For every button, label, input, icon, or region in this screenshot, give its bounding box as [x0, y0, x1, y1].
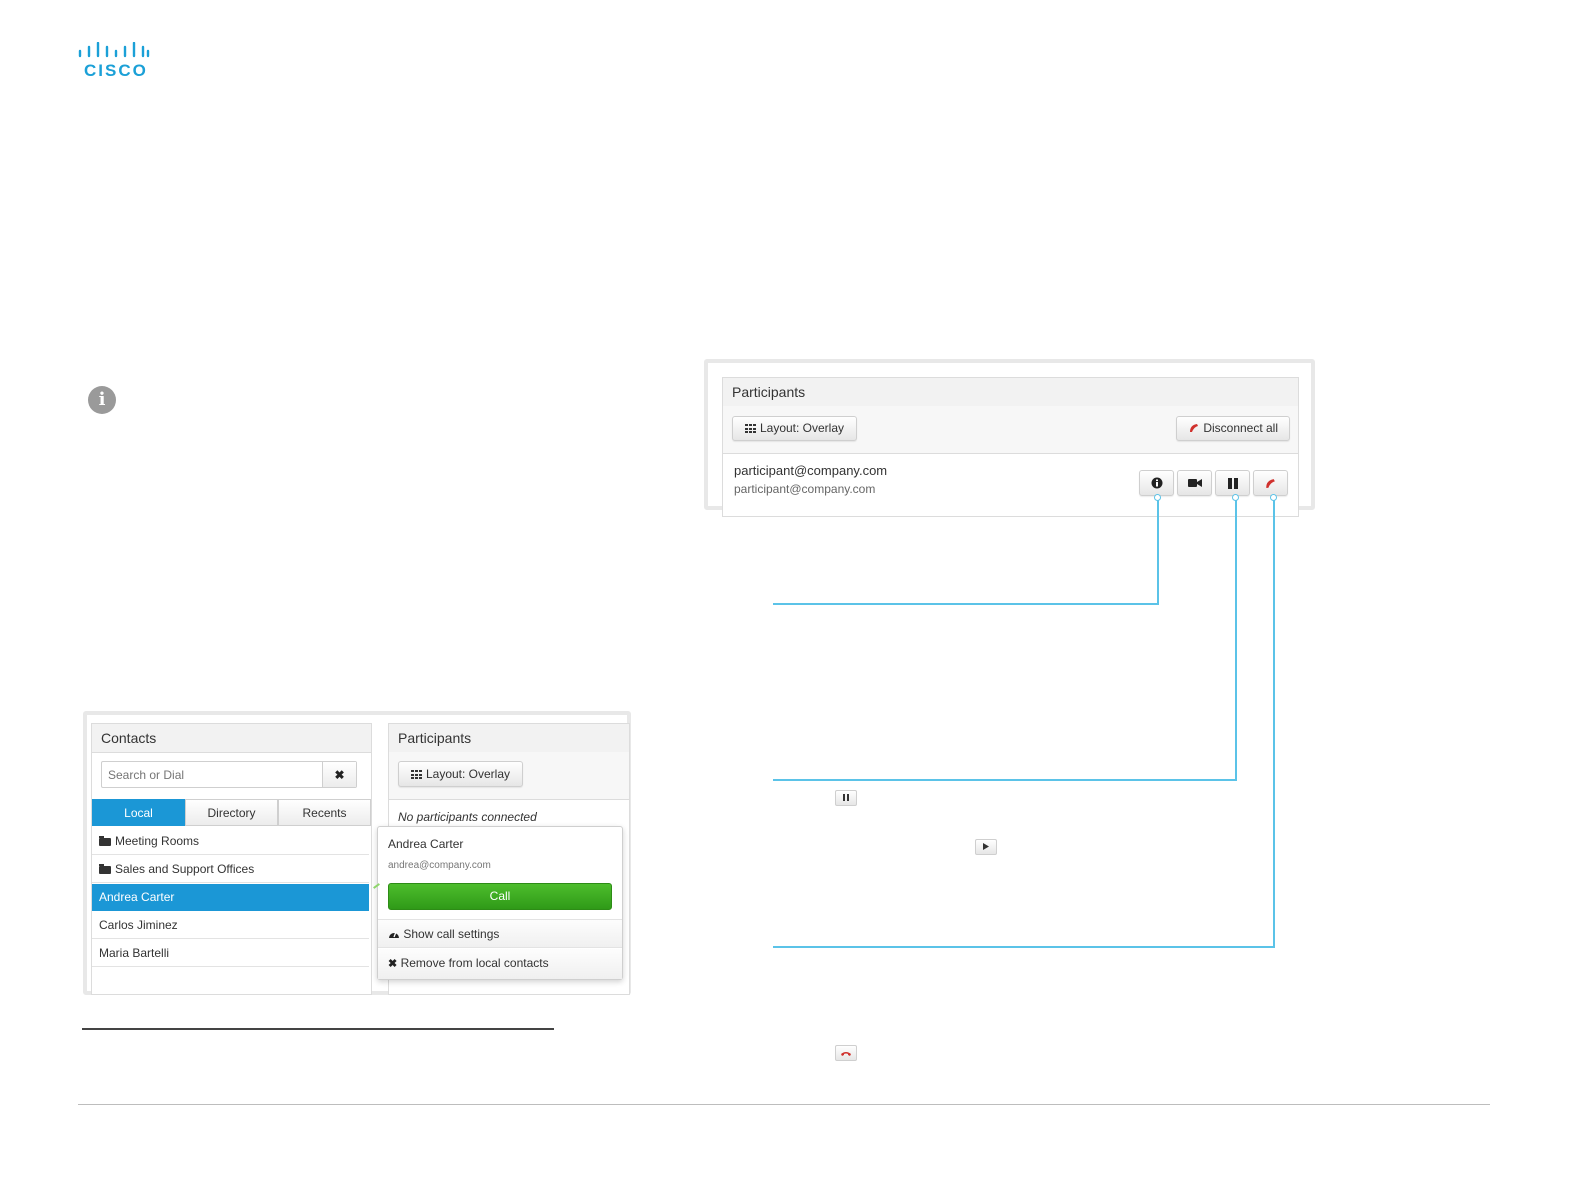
show-call-settings-item[interactable]: Show call settings — [378, 919, 622, 948]
participant-hold-button[interactable] — [1215, 470, 1250, 496]
callout-line-hold-vertical — [1235, 500, 1237, 781]
callout-line-info-horizontal — [773, 603, 1159, 605]
list-item-label: Andrea Carter — [99, 890, 175, 904]
list-item-label: Sales and Support Offices — [115, 862, 255, 876]
list-item-andrea-carter[interactable]: Andrea Carter — [92, 884, 369, 911]
folder-open-icon — [99, 836, 111, 846]
contacts-title: Contacts — [92, 724, 371, 753]
panel-title: Participants — [723, 378, 1298, 407]
contacts-screenshot: Contacts ✖ Local Directory Recents Meeti… — [83, 711, 631, 995]
call-button[interactable]: Call — [388, 883, 612, 910]
call-button-label: Call — [489, 889, 511, 903]
close-icon: ✖ — [334, 768, 345, 782]
hang-up-icon — [841, 1052, 851, 1056]
pause-icon — [843, 794, 849, 801]
disconnect-all-button[interactable]: Disconnect all — [1176, 416, 1290, 441]
participant-address: participant@company.com — [734, 482, 876, 496]
participants-title: Participants — [389, 724, 629, 753]
callout-dot-hold — [1232, 494, 1239, 501]
participant-name: participant@company.com — [734, 463, 888, 478]
list-item-label: Meeting Rooms — [115, 834, 200, 848]
caption-divider — [82, 1028, 554, 1030]
remove-contact-item[interactable]: ✖ Remove from local contacts — [378, 949, 622, 979]
cisco-bars-icon — [78, 42, 150, 58]
list-item-label: Carlos Jiminez — [99, 918, 178, 932]
popup-contact-name: Andrea Carter — [388, 837, 464, 851]
layout-button-label: Layout: Overlay — [759, 421, 845, 435]
list-item-maria-bartelli[interactable]: Maria Bartelli — [92, 940, 369, 967]
callout-line-hold-horizontal — [773, 779, 1237, 781]
contacts-panel: Contacts ✖ Local Directory Recents Meeti… — [91, 723, 372, 995]
show-call-settings-label: Show call settings — [403, 927, 500, 941]
callout-dot-info — [1154, 494, 1161, 501]
tab-recents[interactable]: Recents — [278, 799, 371, 826]
inline-pause-button — [835, 790, 857, 806]
empty-participants-text: No participants connected — [398, 810, 537, 824]
cisco-wordmark: CISCO — [84, 61, 148, 80]
list-item-sales-support[interactable]: Sales and Support Offices — [92, 856, 369, 883]
contacts-tabs: Local Directory Recents — [92, 799, 371, 826]
participant-hangup-button[interactable] — [1253, 470, 1288, 496]
popup-contact-email: andrea@company.com — [388, 860, 491, 871]
cisco-logo: CISCO — [78, 42, 150, 82]
grid-icon — [410, 770, 422, 779]
info-icon — [1151, 477, 1162, 489]
hang-up-icon — [1266, 479, 1275, 488]
disconnect-all-label: Disconnect all — [1203, 421, 1279, 435]
contacts-list: Meeting Rooms Sales and Support Offices … — [92, 828, 369, 988]
callout-line-hangup-horizontal — [773, 946, 1275, 948]
close-icon: ✖ — [388, 958, 398, 970]
grid-icon — [744, 424, 756, 433]
hang-up-icon — [1189, 424, 1198, 432]
participants-toolbar: Layout: Overlay — [389, 752, 629, 800]
layout-button[interactable]: Layout: Overlay — [398, 761, 523, 787]
info-icon: i — [88, 386, 116, 414]
layout-button-label: Layout: Overlay — [425, 767, 511, 781]
tab-directory[interactable]: Directory — [185, 799, 278, 826]
footer-divider — [78, 1104, 1490, 1105]
tab-local[interactable]: Local — [92, 799, 185, 826]
participant-row: participant@company.com participant@comp… — [723, 454, 1298, 514]
list-item-meeting-rooms[interactable]: Meeting Rooms — [92, 828, 369, 855]
pause-icon — [1227, 478, 1238, 489]
dashboard-icon — [389, 931, 399, 938]
callout-line-hangup-vertical — [1273, 500, 1275, 948]
callout-line-info-vertical — [1157, 500, 1159, 604]
video-camera-icon — [1187, 479, 1202, 487]
participant-info-button[interactable] — [1139, 470, 1174, 496]
participants-panel: Participants Layout: Overlay Disconnect … — [722, 377, 1299, 517]
folder-open-icon — [99, 864, 111, 874]
search-input[interactable] — [102, 762, 323, 787]
list-item-label: Maria Bartelli — [99, 946, 170, 960]
contact-popup: Andrea Carter andrea@company.com Call Sh… — [377, 826, 623, 980]
layout-button[interactable]: Layout: Overlay — [732, 416, 857, 441]
clear-search-button[interactable]: ✖ — [322, 762, 356, 787]
participants-toolbar: Layout: Overlay Disconnect all — [723, 406, 1298, 454]
participants-screenshot: Participants Layout: Overlay Disconnect … — [704, 359, 1315, 517]
search-field: ✖ — [101, 761, 357, 788]
list-item-carlos-jiminez[interactable]: Carlos Jiminez — [92, 912, 369, 939]
play-icon — [983, 843, 989, 850]
inline-resume-button — [975, 839, 997, 855]
inline-hangup-button — [835, 1045, 857, 1061]
participant-video-button[interactable] — [1177, 470, 1212, 496]
remove-contact-label: Remove from local contacts — [400, 956, 549, 970]
callout-dot-hangup — [1270, 494, 1277, 501]
